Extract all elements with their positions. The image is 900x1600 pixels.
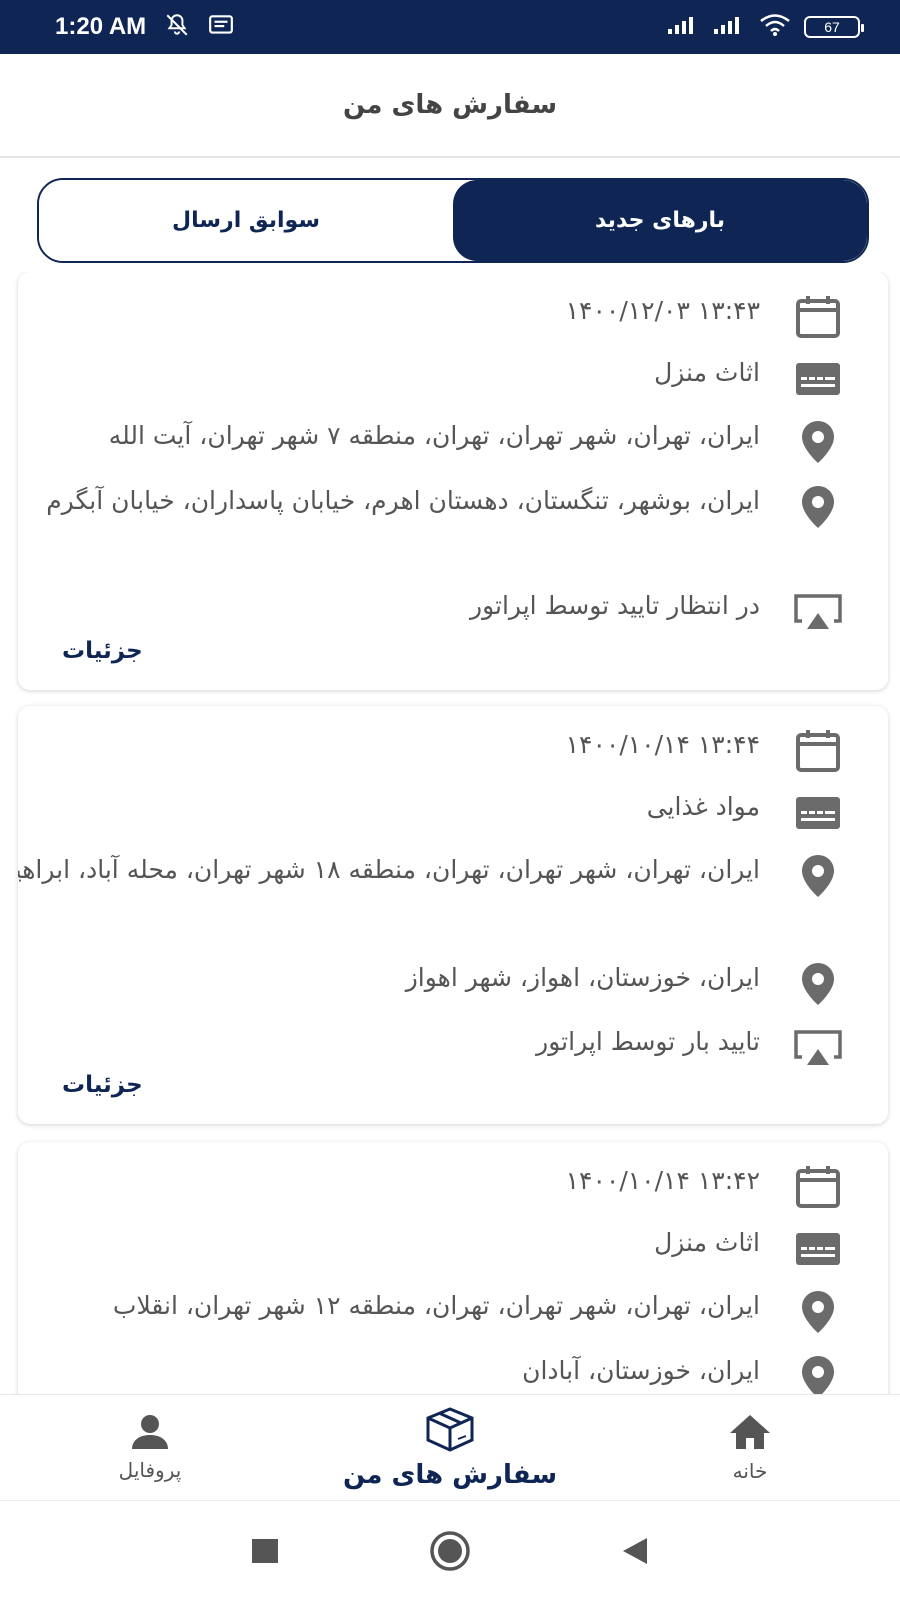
origin-address: ایران، تهران، شهر تهران، تهران، منطقه ۱۸… xyxy=(18,855,760,884)
nav-home-label: خانه xyxy=(732,1458,768,1483)
tab-new-orders[interactable]: بارهای جدید xyxy=(453,180,867,261)
cargo-type-row: اثاث منزل xyxy=(18,1219,888,1279)
order-datetime-row: ۱۳:۴۲ ۱۴۰۰/۱۰/۱۴ xyxy=(18,1157,888,1217)
nav-profile-label: پروفایل xyxy=(118,1457,182,1482)
order-datetime: ۱۳:۴۲ ۱۴۰۰/۱۰/۱۴ xyxy=(565,1166,760,1195)
signal-icon xyxy=(712,14,746,40)
home-icon xyxy=(728,1413,772,1455)
destination-address: ایران، خوزستان، آبادان xyxy=(522,1356,760,1385)
destination-row: ایران، خوزستان، آبادان xyxy=(18,1347,888,1394)
calendar-icon xyxy=(792,727,844,775)
nav-home[interactable]: خانه xyxy=(600,1395,900,1500)
back-button[interactable] xyxy=(621,1536,649,1566)
page-title: سفارش های من xyxy=(342,90,558,120)
location-pin-icon xyxy=(792,418,844,466)
order-datetime: ۱۳:۴۳ ۱۴۰۰/۱۲/۰۳ xyxy=(565,296,760,325)
order-tabs: سوابق ارسال بارهای جدید xyxy=(37,178,869,263)
location-pin-icon xyxy=(792,852,844,900)
message-icon xyxy=(208,13,234,41)
status-row: در انتظار تایید توسط اپراتور xyxy=(18,582,888,642)
origin-address: ایران، تهران، شهر تهران، تهران، منطقه ۱۲… xyxy=(112,1291,760,1320)
recents-button[interactable] xyxy=(251,1538,279,1564)
cargo-type: اثاث منزل xyxy=(654,1228,760,1257)
cargo-type: مواد غذایی xyxy=(646,792,760,821)
destination-address: ایران، بوشهر، تنگستان، دهستان اهرم، خیاب… xyxy=(46,486,760,515)
order-card: ۱۳:۴۲ ۱۴۰۰/۱۰/۱۴ اثاث منزل ایران، تهران،… xyxy=(18,1142,888,1394)
order-card: ۱۳:۴۴ ۱۴۰۰/۱۰/۱۴ مواد غذایی ایران، تهران… xyxy=(18,706,888,1124)
origin-row: ایران، تهران، شهر تهران، تهران، منطقه ۷ … xyxy=(18,412,888,472)
order-status: تایید بار توسط اپراتور xyxy=(536,1027,760,1056)
battery-icon: 67 xyxy=(804,16,864,38)
cargo-icon xyxy=(792,1225,844,1273)
home-system-button[interactable] xyxy=(429,1530,471,1572)
order-card: ۱۳:۴۳ ۱۴۰۰/۱۲/۰۳ اثاث منزل ایران، تهران،… xyxy=(18,272,888,690)
origin-row: ایران، تهران، شهر تهران، تهران، منطقه ۱۲… xyxy=(18,1282,888,1342)
cargo-icon xyxy=(792,789,844,837)
status-row: تایید بار توسط اپراتور xyxy=(18,1018,888,1078)
destination-address: ایران، خوزستان، اهواز، شهر اهواز xyxy=(405,963,760,992)
bottom-nav: پروفایل سفارش های من خانه xyxy=(0,1394,900,1500)
cargo-type-row: مواد غذایی xyxy=(18,783,888,843)
nav-profile[interactable]: پروفایل xyxy=(0,1395,300,1500)
airplay-icon xyxy=(792,588,844,636)
destination-row: ایران، خوزستان، اهواز، شهر اهواز xyxy=(18,954,888,1014)
signal-icon xyxy=(666,14,700,40)
location-pin-icon xyxy=(792,483,844,531)
app-header: سفارش های من xyxy=(0,54,900,158)
package-icon xyxy=(422,1406,478,1456)
order-status: در انتظار تایید توسط اپراتور xyxy=(470,591,760,620)
order-datetime-row: ۱۳:۴۳ ۱۴۰۰/۱۲/۰۳ xyxy=(18,287,888,347)
wifi-icon xyxy=(758,13,792,41)
origin-address: ایران، تهران، شهر تهران، تهران، منطقه ۷ … xyxy=(108,421,760,450)
details-button[interactable]: جزئیات xyxy=(62,1072,143,1098)
location-pin-icon xyxy=(792,1288,844,1336)
calendar-icon xyxy=(792,1163,844,1211)
order-datetime-row: ۱۳:۴۴ ۱۴۰۰/۱۰/۱۴ xyxy=(18,721,888,781)
system-nav-bar xyxy=(0,1500,900,1600)
airplay-icon xyxy=(792,1024,844,1072)
status-bar: 1:20 AM 67 xyxy=(0,0,900,54)
person-icon xyxy=(130,1414,170,1454)
location-pin-icon xyxy=(792,1353,844,1394)
bell-off-icon xyxy=(164,12,190,42)
location-pin-icon xyxy=(792,960,844,1008)
tab-history[interactable]: سوابق ارسال xyxy=(39,180,453,261)
details-button[interactable]: جزئیات xyxy=(62,638,143,664)
cargo-type: اثاث منزل xyxy=(654,358,760,387)
cargo-type-row: اثاث منزل xyxy=(18,349,888,409)
order-datetime: ۱۳:۴۴ ۱۴۰۰/۱۰/۱۴ xyxy=(565,730,760,759)
orders-list[interactable]: ۱۳:۴۳ ۱۴۰۰/۱۲/۰۳ اثاث منزل ایران، تهران،… xyxy=(0,272,900,1394)
destination-row: ایران، بوشهر، تنگستان، دهستان اهرم، خیاب… xyxy=(18,477,888,577)
nav-my-orders-label: سفارش های من xyxy=(342,1459,558,1490)
nav-my-orders[interactable]: سفارش های من xyxy=(300,1395,600,1500)
status-time: 1:20 AM xyxy=(55,13,147,40)
origin-row: ایران، تهران، شهر تهران، تهران، منطقه ۱۸… xyxy=(18,846,888,946)
calendar-icon xyxy=(792,293,844,341)
cargo-icon xyxy=(792,355,844,403)
